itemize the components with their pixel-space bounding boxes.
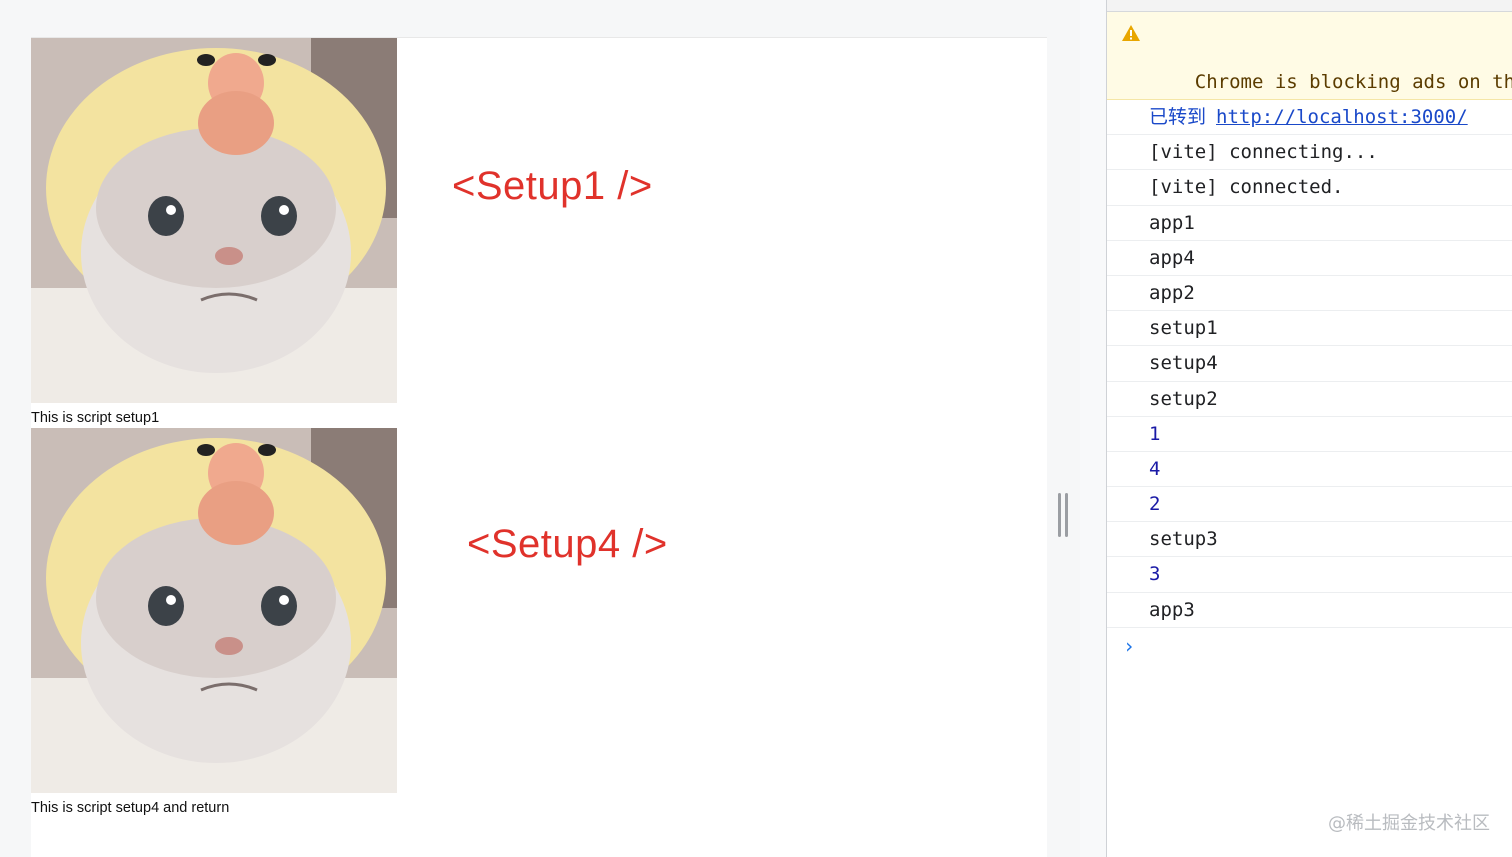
console-message: app2: [1107, 276, 1512, 312]
warning-text: Chrome is blocking ads on thi distract, …: [1149, 71, 1512, 99]
resize-grip-bar: [1065, 493, 1068, 537]
devtools-console: Chrome is blocking ads on thi distract, …: [1106, 0, 1512, 857]
panel-resize-handle[interactable]: [1058, 493, 1068, 537]
console-message: setup4: [1107, 346, 1512, 382]
console-warning-message: Chrome is blocking ads on thi distract, …: [1107, 12, 1512, 100]
setup4-card: This is script setup4 and return: [31, 428, 397, 817]
redirect-url-link[interactable]: http://localhost:3000/: [1216, 106, 1468, 128]
setup1-card: This is script setup1: [31, 38, 397, 427]
cat-illustration: [31, 38, 397, 403]
console-message: [vite] connected.: [1107, 170, 1512, 206]
warning-icon: [1122, 25, 1140, 41]
console-number-message: 2: [1107, 487, 1512, 523]
cat-image: [31, 38, 397, 403]
cat-illustration: [31, 428, 397, 793]
setup4-caption: This is script setup4 and return: [31, 800, 230, 816]
console-number-message: 1: [1107, 417, 1512, 452]
console-number-message: 3: [1107, 557, 1512, 593]
watermark: @稀土掘金技术社区: [1328, 813, 1490, 834]
page-viewport: This is script setup1 This is script set…: [0, 0, 1080, 857]
console-message: setup1: [1107, 311, 1512, 347]
setup1-caption: This is script setup1: [31, 410, 160, 426]
prompt-chevron-icon: ›: [1123, 633, 1136, 658]
console-message: app4: [1107, 241, 1512, 276]
devtools-toolbar: [1107, 0, 1512, 12]
console-message: setup2: [1107, 382, 1512, 417]
console-prompt-input[interactable]: ›: [1107, 628, 1512, 664]
page-content: This is script setup1 This is script set…: [31, 37, 1047, 857]
console-message: setup3: [1107, 522, 1512, 558]
redirect-label: 已转到: [1149, 106, 1207, 128]
setup1-annotation: <Setup1 />: [452, 164, 653, 208]
console-message: [vite] connecting...: [1107, 135, 1512, 171]
cat-image: [31, 428, 397, 793]
console-number-message: 4: [1107, 452, 1512, 488]
console-message: app3: [1107, 593, 1512, 628]
setup4-annotation: <Setup4 />: [467, 522, 668, 566]
console-message: app1: [1107, 206, 1512, 241]
console-redirect-message: 已转到 http://localhost:3000/: [1107, 100, 1512, 136]
resize-grip-bar: [1058, 493, 1061, 537]
